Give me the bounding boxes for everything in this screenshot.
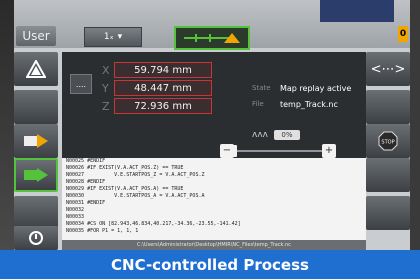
cnc-arrow-icon xyxy=(24,168,48,182)
process-track-icon xyxy=(184,33,240,43)
axis-selector-label: 1ₓ xyxy=(103,32,114,42)
split-view-button[interactable]: <⋯> xyxy=(366,52,410,86)
info-row-state: State Map replay active xyxy=(252,84,351,96)
blank-right-button-1[interactable] xyxy=(366,90,410,124)
warning-button[interactable] xyxy=(14,52,58,86)
coords-options-button[interactable]: .... xyxy=(70,74,92,94)
speed-increase-button[interactable]: + xyxy=(322,144,336,158)
status-readout xyxy=(320,0,394,22)
info-key: File xyxy=(252,100,264,108)
speed-slider[interactable]: − + xyxy=(220,144,336,158)
blank-left-button-2[interactable] xyxy=(14,196,58,230)
info-row-file: File temp_Track.nc xyxy=(252,100,338,112)
slider-handle[interactable] xyxy=(231,145,237,157)
axis-dropdown-icon: ▾ xyxy=(117,32,123,42)
file-value: temp_Track.nc xyxy=(280,100,338,109)
speed-indicator: ᴧᴧᴧ 0% xyxy=(252,130,300,140)
state-value: Map replay active xyxy=(280,84,352,93)
code-line: N00025 #ENDIF xyxy=(66,158,106,164)
code-line: N00028 #ENDIF xyxy=(66,179,106,185)
code-line: N00034 #CS ON [82.943,46.834,40.217,-34.… xyxy=(66,221,241,227)
coord-axis-label: Z xyxy=(102,99,110,113)
code-line: N00033 xyxy=(66,214,85,220)
cnc-mode-button[interactable] xyxy=(14,158,58,192)
hmi-screen: User 1ₓ ▾ 0 <⋯> STOP .... X 59.794 mm Y … xyxy=(14,0,410,250)
double-arrow-icon: <⋯> xyxy=(370,61,406,77)
notification-badge[interactable]: 0 xyxy=(398,26,408,42)
coord-axis-label: X xyxy=(102,63,110,77)
map-mode-button[interactable] xyxy=(14,124,58,158)
power-button[interactable] xyxy=(14,226,58,250)
code-line: N00027 V.E.STARTPOS_Z = V.A.ACT_POS.Z xyxy=(66,172,205,178)
stop-button[interactable]: STOP xyxy=(366,124,410,158)
axis-selector[interactable]: 1ₓ ▾ xyxy=(84,27,142,47)
code-line: N00026 #IF EXIST(V.A.ACT_POS.Z) == TRUE xyxy=(66,165,184,171)
top-toolbar: User 1ₓ ▾ 0 xyxy=(14,0,410,50)
blank-right-button-3[interactable] xyxy=(366,196,410,230)
process-mode-button[interactable] xyxy=(174,26,250,50)
code-line: N00029 #IF EXIST(V.A.ACT_POS.A) == TRUE xyxy=(66,186,184,192)
caption-banner: CNC-controlled Process xyxy=(0,250,420,279)
code-line: N00031 #ENDIF xyxy=(66,200,106,206)
coord-row-z: Z 72.936 mm xyxy=(102,98,212,114)
background-right xyxy=(410,0,420,250)
info-key: State xyxy=(252,84,271,92)
file-path: C:\Users\Administrator\Desktop\HMIR\NC_F… xyxy=(62,240,366,250)
coord-value-y: 48.447 mm xyxy=(114,80,212,96)
coord-row-y: Y 48.447 mm xyxy=(102,80,212,96)
warning-triangle-icon xyxy=(26,60,46,78)
power-icon xyxy=(29,231,43,245)
slider-track xyxy=(234,150,322,152)
nc-code-view[interactable]: N00025 #ENDIF N00026 #IF EXIST(V.A.ACT_PO… xyxy=(62,158,366,240)
code-line: N00032 xyxy=(66,207,85,213)
user-button[interactable]: User xyxy=(16,26,56,46)
blank-left-button-1[interactable] xyxy=(14,90,58,124)
stop-sign-icon: STOP xyxy=(378,131,398,151)
background-left xyxy=(0,0,14,250)
speed-percent: 0% xyxy=(273,130,300,140)
svg-text:STOP: STOP xyxy=(381,140,394,146)
coord-axis-label: Y xyxy=(102,81,109,95)
blank-right-button-2[interactable] xyxy=(366,158,410,192)
code-line: N00035 #FOR P1 = 1, 1, 1 xyxy=(66,228,139,234)
coord-value-z: 72.936 mm xyxy=(114,98,212,114)
coord-value-x: 59.794 mm xyxy=(114,62,212,78)
feed-wave-icon: ᴧᴧᴧ xyxy=(252,130,268,140)
code-line: N00030 V.E.STARTPOS_A = V.A.ACT_POS.A xyxy=(66,193,205,199)
coord-row-x: X 59.794 mm xyxy=(102,62,212,78)
map-arrow-icon xyxy=(24,134,48,148)
